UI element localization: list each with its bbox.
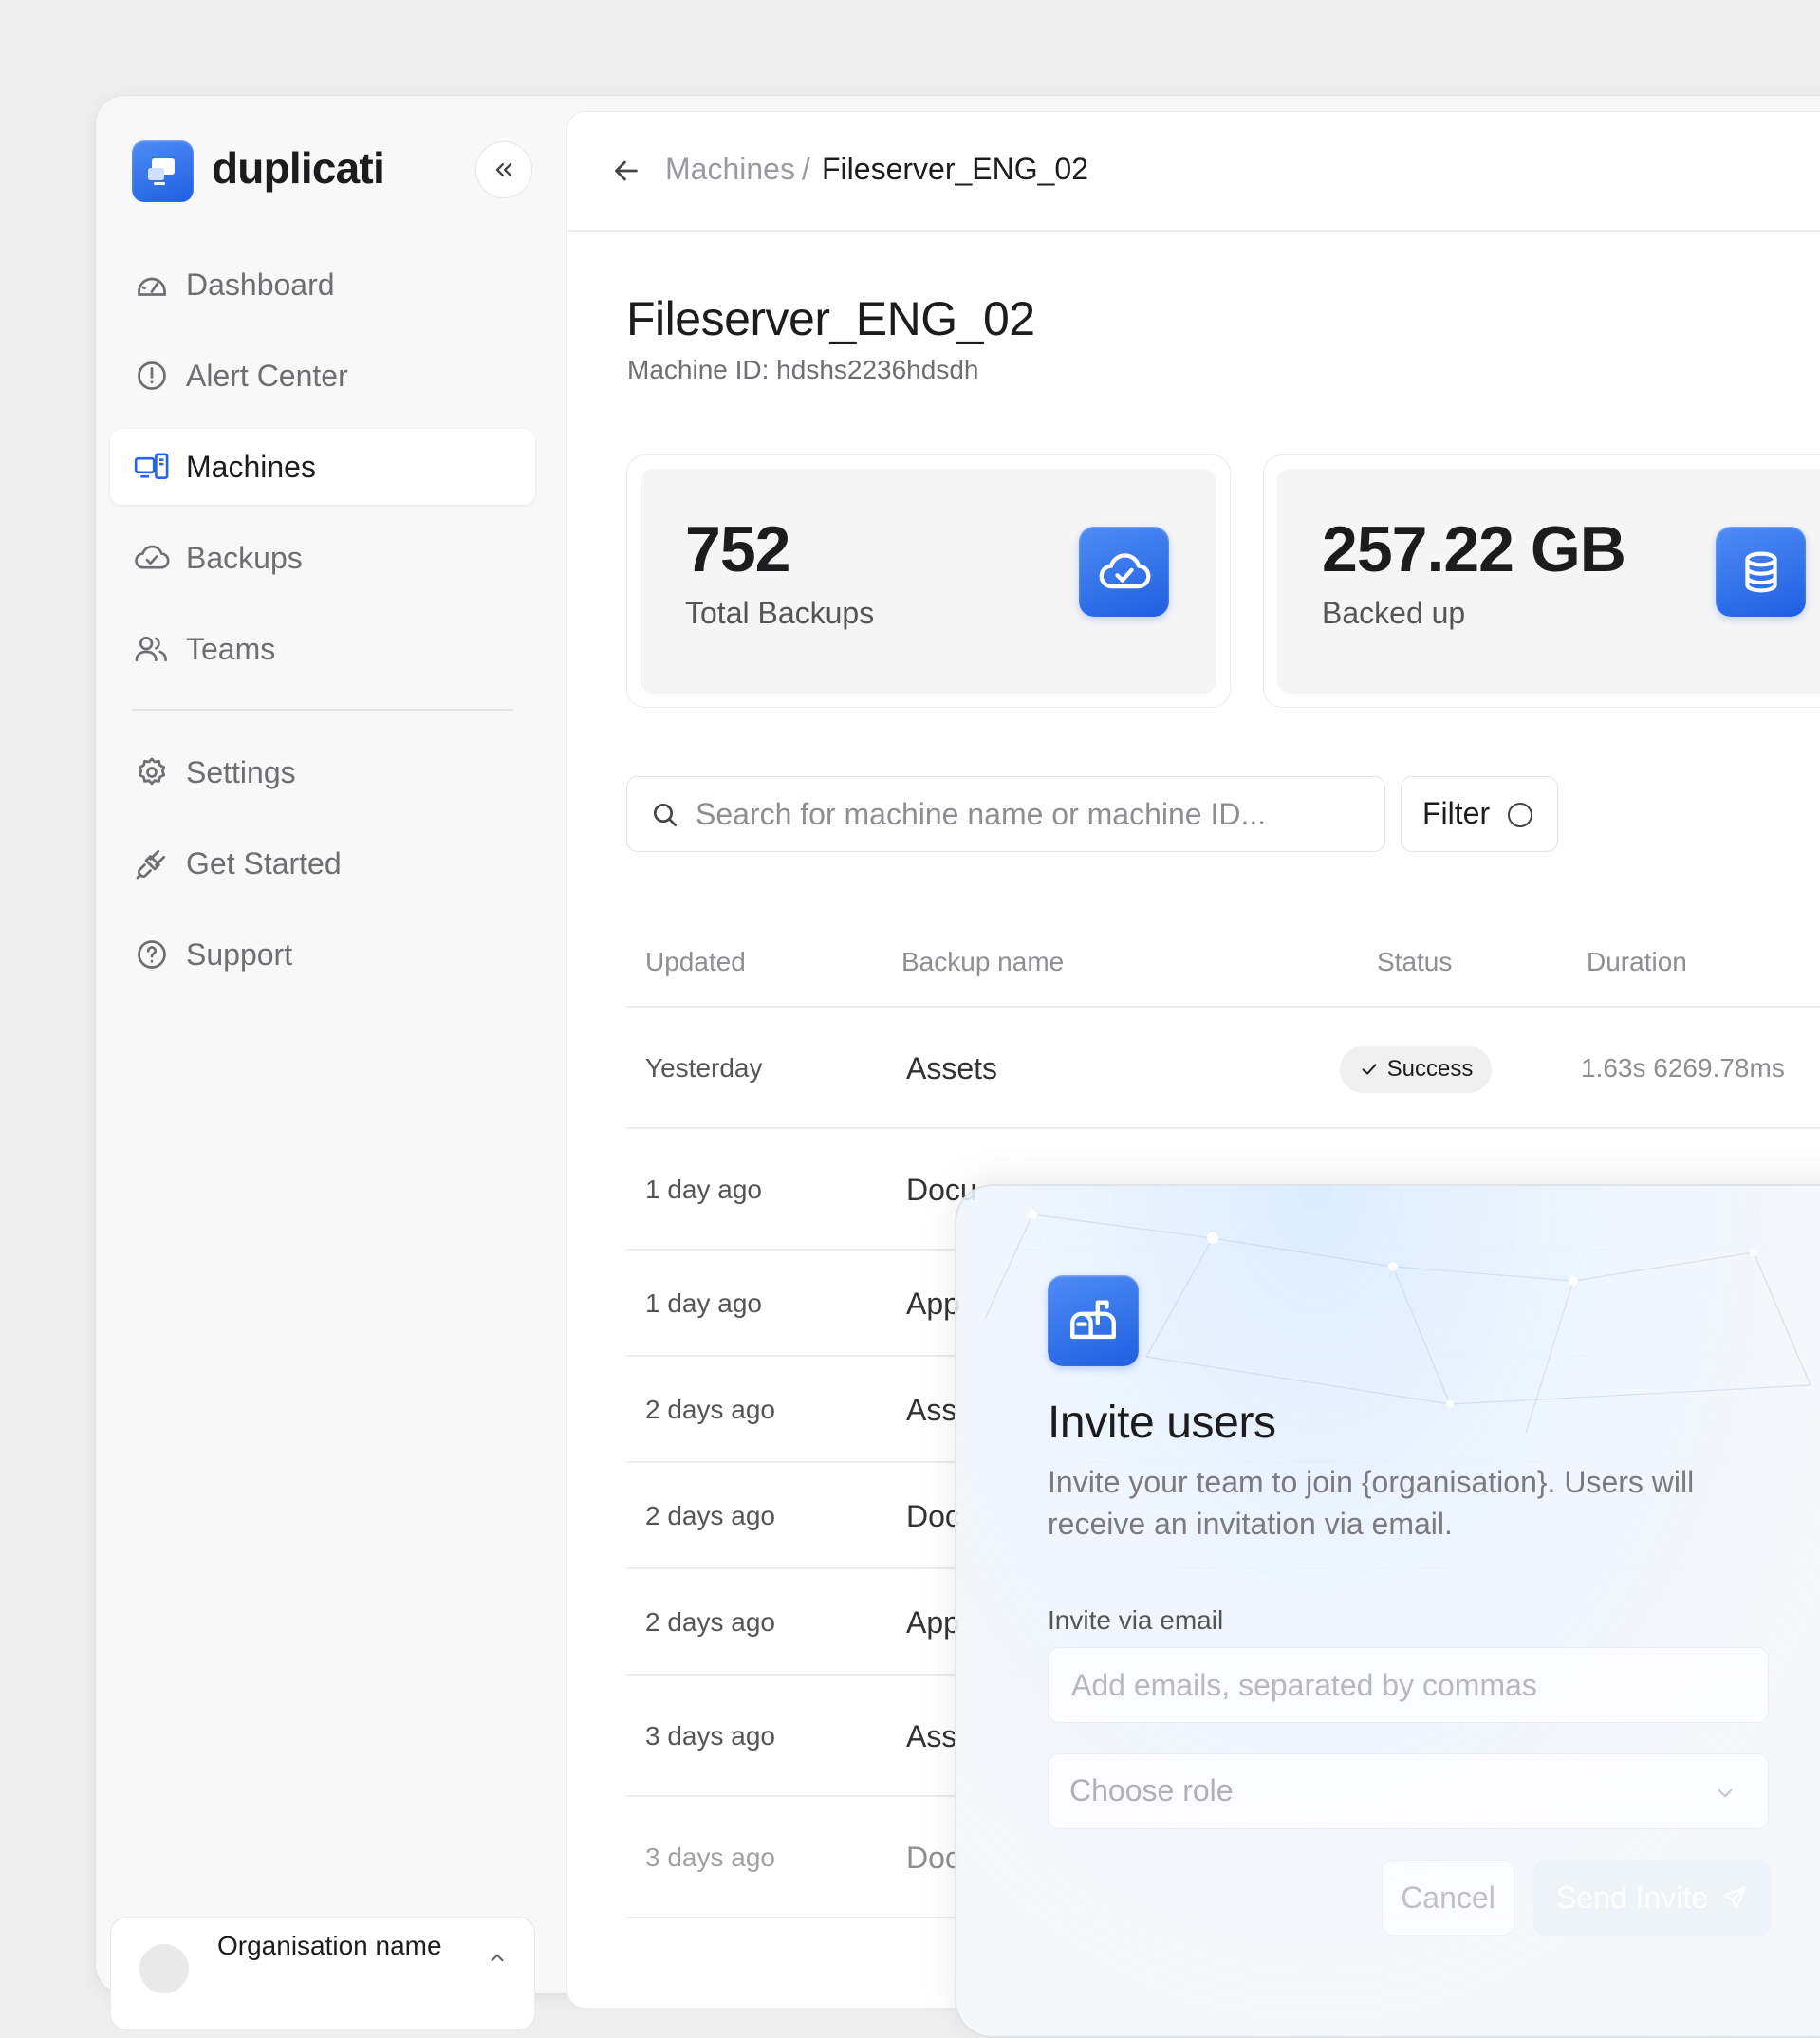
status-label: Success bbox=[1386, 1056, 1474, 1082]
app-name: duplicati bbox=[212, 143, 385, 193]
organisation-switcher[interactable]: Organisation name bbox=[110, 1917, 535, 2030]
cell-backup-name: Doc bbox=[906, 1841, 960, 1875]
mailbox-icon bbox=[1048, 1275, 1139, 1366]
role-select-value: Choose role bbox=[1069, 1773, 1234, 1807]
cell-updated: 3 days ago bbox=[645, 1843, 775, 1872]
cell-backup-name: Ass bbox=[906, 1393, 957, 1427]
cell-duration: 1.63s 6269.78ms bbox=[1581, 1053, 1785, 1083]
check-icon bbox=[1362, 1064, 1377, 1075]
invite-users-modal: Invite users Invite your team to join {o… bbox=[955, 1184, 1820, 2038]
search-field[interactable] bbox=[626, 776, 1385, 852]
chevron-down-icon bbox=[1718, 1788, 1733, 1798]
page-title: Fileserver_ENG_02 bbox=[626, 292, 1035, 345]
cell-updated: 1 day ago bbox=[645, 1288, 762, 1318]
cell-backup-name: App bbox=[906, 1287, 960, 1321]
cell-backup-name: Doc bbox=[906, 1499, 960, 1533]
machines-icon bbox=[133, 448, 171, 486]
cell-backup-name: Ass bbox=[906, 1719, 957, 1753]
sidebar-item-alert-center[interactable]: Alert Center bbox=[110, 338, 535, 414]
column-header-duration[interactable]: Duration bbox=[1587, 947, 1687, 977]
invite-email-label: Invite via email bbox=[1048, 1605, 1224, 1635]
column-header-backup-name[interactable]: Backup name bbox=[901, 947, 1064, 977]
collapse-sidebar-button[interactable] bbox=[475, 141, 532, 198]
duplicati-logo-icon bbox=[132, 140, 194, 202]
search-icon bbox=[654, 804, 677, 826]
filter-label: Filter bbox=[1422, 796, 1491, 830]
machine-id: Machine ID: hdshs2236hdsdh bbox=[627, 355, 979, 384]
stat-card-backed-up: 257.22 GB Backed up bbox=[1263, 454, 1820, 708]
cell-backup-name: Assets bbox=[906, 1051, 998, 1085]
column-header-updated[interactable]: Updated bbox=[645, 947, 746, 977]
invite-email-input[interactable] bbox=[1069, 1648, 1756, 1722]
users-icon bbox=[133, 630, 171, 668]
sidebar-item-settings[interactable]: Settings bbox=[110, 734, 535, 810]
modal-title: Invite users bbox=[1048, 1398, 1276, 1448]
table-divider bbox=[626, 1127, 1820, 1129]
role-select[interactable]: Choose role bbox=[1048, 1753, 1769, 1829]
column-header-status[interactable]: Status bbox=[1377, 947, 1452, 977]
invite-email-field[interactable] bbox=[1048, 1647, 1769, 1723]
breadcrumb-current: Fileserver_ENG_02 bbox=[822, 152, 1088, 186]
send-invite-label: Send Invite bbox=[1555, 1880, 1709, 1915]
database-icon bbox=[1716, 527, 1806, 617]
table-divider bbox=[626, 1006, 1820, 1008]
cloud-check-icon bbox=[1079, 527, 1169, 617]
cell-updated: 2 days ago bbox=[645, 1607, 775, 1637]
breadcrumb-separator: / bbox=[802, 152, 810, 186]
send-icon bbox=[1723, 1886, 1746, 1909]
sidebar-item-support[interactable]: Support bbox=[110, 917, 535, 992]
organisation-name: Organisation name bbox=[217, 1931, 442, 1960]
chevrons-left-icon bbox=[495, 163, 512, 176]
stat-value: 752 bbox=[685, 513, 790, 585]
gauge-icon bbox=[133, 266, 171, 304]
breadcrumb-machines-link[interactable]: Machines bbox=[665, 152, 795, 187]
modal-description: Invite your team to join {organisation}.… bbox=[1048, 1465, 1695, 1541]
sidebar-item-label: Settings bbox=[186, 754, 296, 789]
sidebar-item-label: Backups bbox=[186, 540, 303, 575]
send-invite-button[interactable]: Send Invite bbox=[1533, 1860, 1771, 1936]
circle-icon bbox=[1508, 803, 1532, 827]
plug-icon bbox=[133, 844, 171, 882]
sidebar-item-label: Support bbox=[186, 936, 293, 972]
cloud-check-icon bbox=[133, 539, 171, 577]
status-badge: Success bbox=[1340, 1046, 1492, 1093]
cell-updated: 2 days ago bbox=[645, 1501, 775, 1530]
alert-circle-icon bbox=[133, 357, 171, 395]
stat-label: Total Backups bbox=[685, 596, 875, 630]
help-circle-icon bbox=[133, 936, 171, 973]
sidebar-item-backups[interactable]: Backups bbox=[110, 520, 535, 596]
stat-card-total-backups: 752 Total Backups bbox=[626, 454, 1231, 708]
sidebar-item-dashboard[interactable]: Dashboard bbox=[110, 247, 535, 323]
sidebar-item-machines[interactable]: Machines bbox=[110, 429, 535, 505]
back-arrow-icon[interactable] bbox=[609, 154, 643, 188]
sidebar-item-label: Teams bbox=[186, 631, 276, 666]
gear-icon bbox=[133, 753, 171, 791]
organisation-avatar bbox=[139, 1944, 189, 1993]
header-divider bbox=[568, 230, 1820, 232]
search-input[interactable] bbox=[694, 777, 1362, 851]
chevron-up-icon bbox=[491, 1954, 504, 1962]
sidebar-item-teams[interactable]: Teams bbox=[110, 611, 535, 687]
stat-label: Backed up bbox=[1322, 596, 1466, 630]
cell-updated: 3 days ago bbox=[645, 1721, 775, 1751]
sidebar-item-label: Alert Center bbox=[186, 358, 348, 393]
cell-updated: Yesterday bbox=[645, 1053, 763, 1083]
cancel-button[interactable]: Cancel bbox=[1382, 1860, 1514, 1936]
sidebar-item-get-started[interactable]: Get Started bbox=[110, 825, 535, 901]
sidebar-item-label: Get Started bbox=[186, 845, 342, 880]
stat-value: 257.22 GB bbox=[1322, 513, 1626, 585]
sidebar-divider bbox=[132, 709, 513, 711]
sidebar-item-label: Dashboard bbox=[186, 267, 335, 302]
sidebar-item-label: Machines bbox=[186, 449, 316, 484]
cell-updated: 1 day ago bbox=[645, 1175, 762, 1204]
cell-backup-name: App bbox=[906, 1605, 960, 1640]
cell-updated: 2 days ago bbox=[645, 1395, 775, 1424]
filter-button[interactable]: Filter bbox=[1401, 776, 1558, 852]
